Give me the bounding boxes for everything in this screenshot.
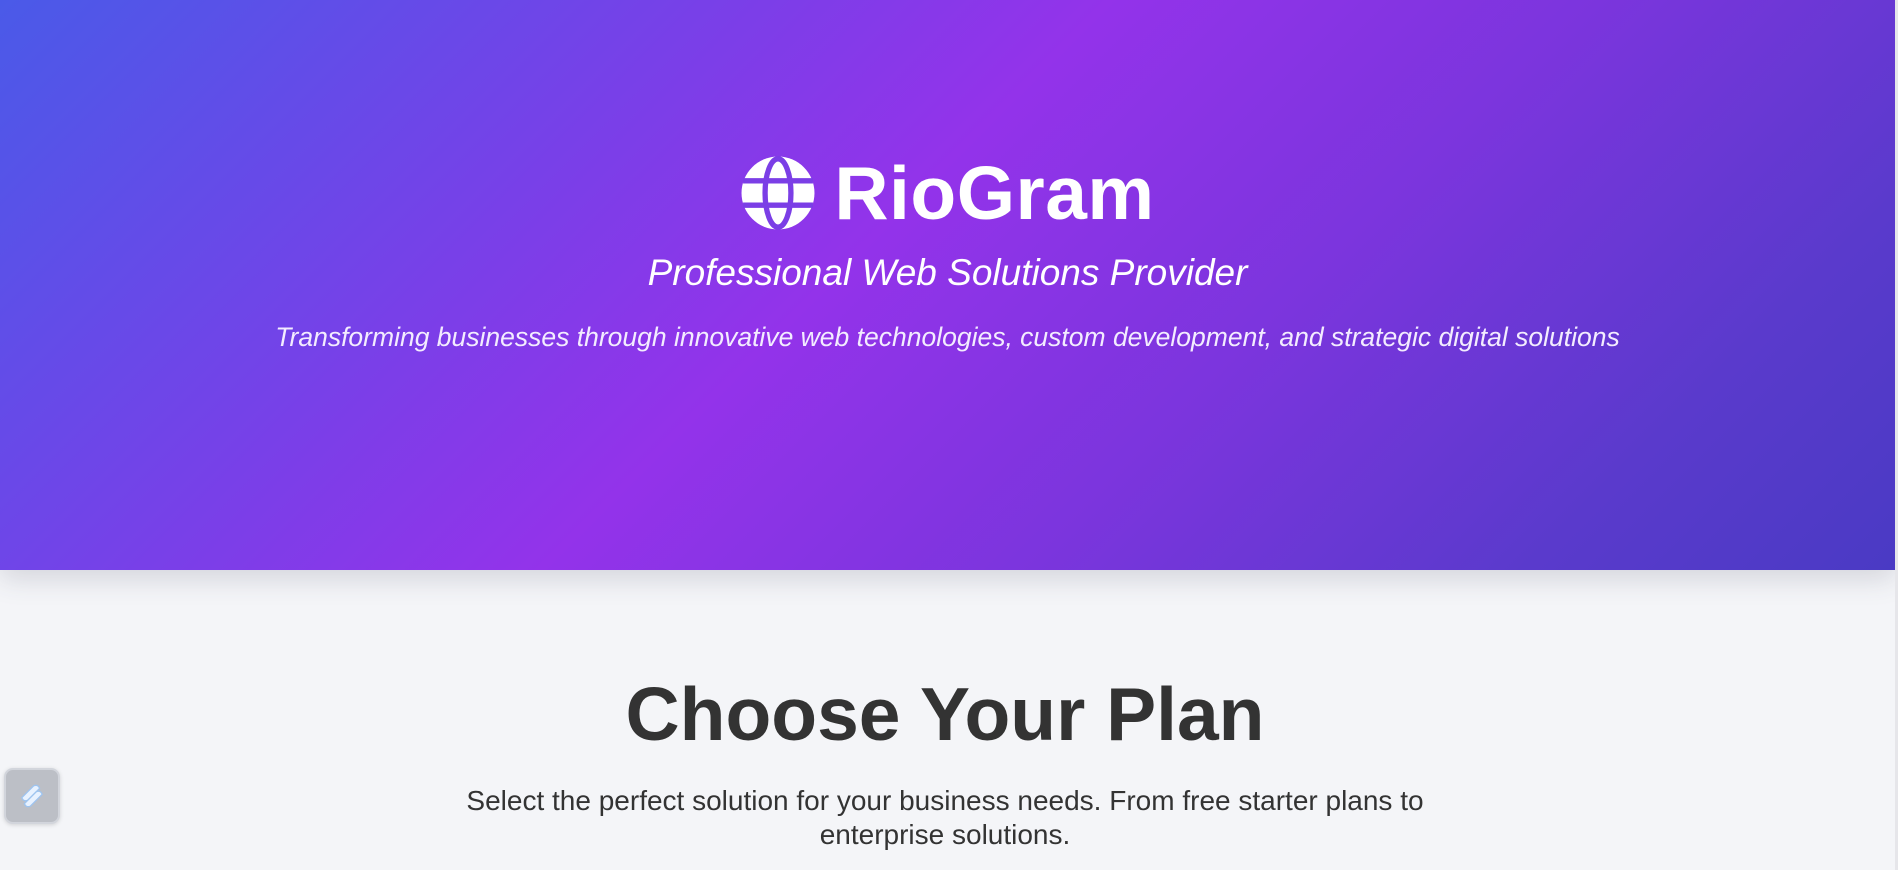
globe-icon bbox=[740, 155, 816, 231]
floating-widget-button[interactable] bbox=[4, 768, 60, 824]
brand: RioGram bbox=[0, 155, 1895, 231]
widget-logo-icon bbox=[21, 784, 43, 808]
brand-name: RioGram bbox=[834, 150, 1155, 235]
hero-tagline: Professional Web Solutions Provider bbox=[647, 252, 1248, 293]
plans-title: Choose Your Plan bbox=[625, 672, 1265, 756]
hero-section: RioGram Professional Web Solutions Provi… bbox=[0, 0, 1895, 570]
plans-subtitle: Select the perfect solution for your bus… bbox=[466, 785, 1424, 851]
hero-description: Transforming businesses through innovati… bbox=[275, 322, 1620, 352]
